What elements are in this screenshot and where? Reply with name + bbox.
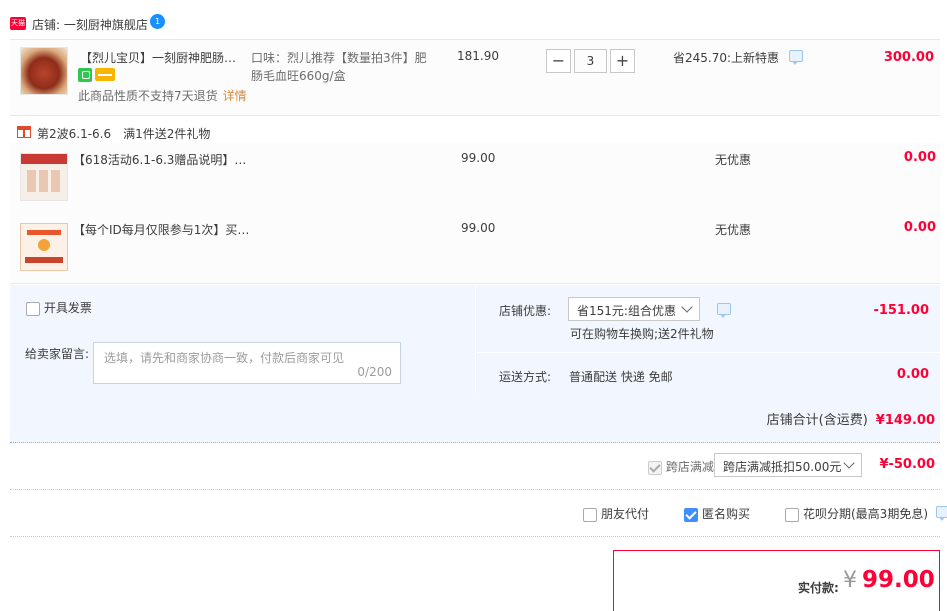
anonymous-checkbox[interactable] <box>684 507 698 522</box>
gift-thumbnail[interactable] <box>20 153 68 201</box>
invoice-label: 开具发票 <box>43 301 92 315</box>
chevron-down-icon <box>843 457 855 469</box>
gift-title[interactable]: 【618活动6.1-6.3赠品说明】赠品 <box>73 151 253 168</box>
shipping-method: 普通配送 快递 免邮 <box>569 370 673 384</box>
discount-sum: -151.00 <box>873 303 929 318</box>
shop-name[interactable]: 店铺: 一刻厨神旗舰店 <box>32 16 148 33</box>
decrease-button[interactable]: − <box>546 49 571 73</box>
seller-message-field[interactable]: 选填，请先和商家协商一致，付款后商家可见 0/200 <box>93 342 401 384</box>
cross-store-select[interactable]: 跨店满减抵扣50.00元 <box>714 453 862 477</box>
payment-amount: 99.00 <box>862 567 935 593</box>
discount-note: 可在购物车换购;送2件礼物 <box>570 327 714 341</box>
shipping-row: 运送方式: 普通配送 快递 免邮 0.00 <box>476 352 940 394</box>
item-promo-text: 省245.70:上新特惠 <box>673 51 780 65</box>
gift-section-title: 第2波6.1-6.6 满1件送2件礼物 <box>37 127 211 141</box>
message-char-count: 0/200 <box>357 365 392 379</box>
payment-options: 朋友代付 匿名购买 花呗分期(最高3期免息) <box>10 490 947 537</box>
order-footer: 开具发票 给卖家留言: 选填，请先和商家协商一致，付款后商家可见 0/200 店… <box>10 285 940 443</box>
shop-total-label: 店铺合计(含运费) <box>766 413 868 428</box>
discount-select[interactable]: 省151元:组合优惠 <box>568 297 700 321</box>
gift-item: 【每个ID每月仅限参与1次】买赠品 99.00 无优惠 0.00 <box>10 213 940 284</box>
discount-info-icon[interactable] <box>717 303 731 318</box>
promo-info-icon[interactable] <box>788 50 803 65</box>
shop-total-value: ¥149.00 <box>875 413 935 428</box>
gift-promo: 无优惠 <box>715 223 752 237</box>
anonymous-option[interactable]: 匿名购买 <box>684 505 750 522</box>
product-title[interactable]: 【烈儿宝贝】一刻厨神肥肠毛血旺660g/盒 <box>80 49 248 67</box>
return-notice: 此商品性质不支持7天退货 详情 <box>78 87 247 104</box>
gift-thumbnail[interactable] <box>20 223 68 271</box>
invoice-checkbox[interactable] <box>26 301 40 316</box>
service-icons <box>78 67 115 82</box>
unit-price: 181.90 <box>457 49 499 63</box>
chevron-down-icon <box>681 301 693 313</box>
invoice-option[interactable]: 开具发票 <box>26 299 92 316</box>
tmall-icon: 天猫 <box>10 17 26 30</box>
shipping-sum: 0.00 <box>896 367 929 382</box>
payment-total-box: 实付款: ¥ 99.00 <box>613 550 940 611</box>
shop-total: 店铺合计(含运费) ¥149.00 <box>767 409 935 428</box>
huabei-checkbox[interactable] <box>785 507 799 522</box>
shop-discount-row: 店铺优惠: 省151元:组合优惠 可在购物车换购;送2件礼物 -151.00 <box>476 285 940 351</box>
gift-promo: 无优惠 <box>715 153 752 167</box>
gift-subtotal: 0.00 <box>903 150 936 165</box>
shipping-label: 运送方式: <box>499 370 552 384</box>
product-spec: 口味：烈儿推荐【数量拍3件】肥肠毛血旺660g/盒 <box>251 51 427 83</box>
shop-header: 天猫 店铺: 一刻厨神旗舰店 1 <box>0 10 947 38</box>
message-label: 给卖家留言: <box>25 347 90 361</box>
payment-label: 实付款: <box>798 581 839 595</box>
guarantee-icon[interactable] <box>78 67 92 82</box>
cross-store-option: 跨店满减 <box>648 458 714 475</box>
cross-store-sum: ¥-50.00 <box>879 457 935 472</box>
cross-store-label: 跨店满减 <box>665 460 714 474</box>
increase-button[interactable]: + <box>610 49 635 73</box>
order-options-panel: 开具发票 给卖家留言: 选填，请先和商家协商一致，付款后商家可见 0/200 <box>10 285 476 393</box>
quantity-input[interactable]: 3 <box>574 49 607 73</box>
friend-pay-checkbox[interactable] <box>583 507 597 522</box>
gift-subtotal: 0.00 <box>903 220 936 235</box>
discount-label: 店铺优惠: <box>499 304 552 318</box>
message-placeholder: 选填，请先和商家协商一致，付款后商家可见 <box>104 351 345 365</box>
details-link[interactable]: 详情 <box>223 89 247 103</box>
return-notice-text: 此商品性质不支持7天退货 <box>78 89 218 103</box>
gift-title[interactable]: 【每个ID每月仅限参与1次】买赠品 <box>73 221 253 238</box>
gift-price: 99.00 <box>461 151 496 165</box>
discount-select-value: 省151元:组合优惠 <box>577 304 676 318</box>
gift-price: 99.00 <box>461 221 496 235</box>
cross-store-discount: 跨店满减 跨店满减抵扣50.00元 ¥-50.00 <box>10 443 940 490</box>
gift-icon <box>17 126 31 138</box>
cross-store-checkbox <box>648 460 662 475</box>
product-thumbnail[interactable] <box>20 47 68 95</box>
friend-pay-label: 朋友代付 <box>601 507 650 521</box>
credit-card-icon[interactable] <box>95 68 115 81</box>
gift-item: 【618活动6.1-6.3赠品说明】赠品 99.00 无优惠 0.00 <box>10 143 940 214</box>
wangwang-chat-icon[interactable]: 1 <box>150 14 165 29</box>
anonymous-label: 匿名购买 <box>702 507 751 521</box>
currency-symbol: ¥ <box>843 568 857 593</box>
huabei-label: 花呗分期(最高3期免息) <box>803 507 928 521</box>
item-promo: 省245.70:上新特惠 <box>673 49 803 66</box>
cross-store-select-value: 跨店满减抵扣50.00元 <box>723 460 842 474</box>
order-item: 【烈儿宝贝】一刻厨神肥肠毛血旺660g/盒 此商品性质不支持7天退货详情 口味：… <box>10 39 940 116</box>
huabei-option[interactable]: 花呗分期(最高3期免息) <box>785 505 947 522</box>
friend-pay-option[interactable]: 朋友代付 <box>583 505 649 522</box>
huabei-info-icon[interactable] <box>935 506 947 521</box>
item-subtotal: 300.00 <box>883 50 934 65</box>
